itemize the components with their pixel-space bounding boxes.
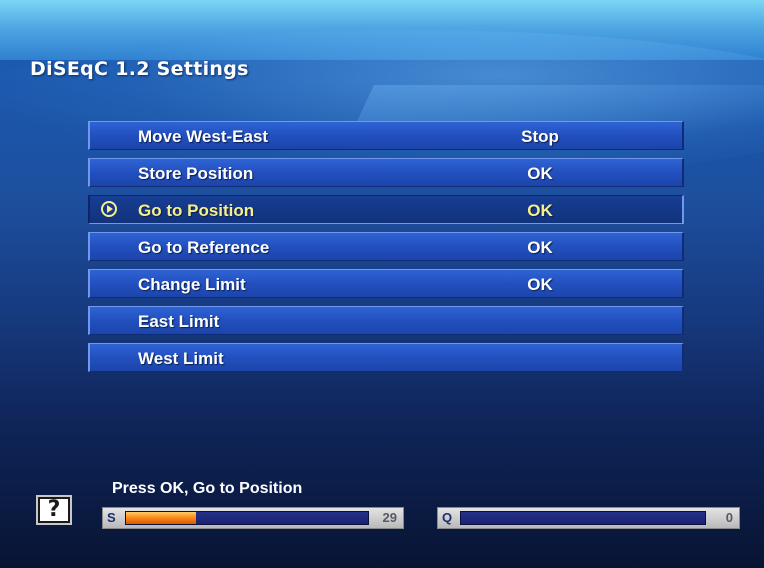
menu-item-move-west-east[interactable]: Move West-East Stop	[88, 121, 684, 150]
signal-strength-tag: S	[107, 510, 116, 525]
help-icon[interactable]: ?	[36, 495, 72, 525]
signal-quality-track	[460, 511, 706, 525]
signal-strength-track	[125, 511, 369, 525]
signal-strength-meter: S 29	[102, 507, 404, 529]
menu-item-go-to-reference[interactable]: Go to Reference OK	[88, 232, 684, 261]
hint-text: Press OK, Go to Position	[112, 480, 303, 497]
menu-item-store-position[interactable]: Store Position OK	[88, 158, 684, 187]
signal-quality-value: 0	[725, 510, 733, 525]
menu-item-label: Move West-East	[138, 127, 269, 146]
play-circle-icon	[101, 201, 117, 217]
settings-menu: Move West-East Stop Store Position OK Go…	[88, 121, 684, 380]
signal-strength-fill	[126, 512, 197, 524]
signal-quality-meter: Q 0	[437, 507, 740, 529]
signal-quality-tag: Q	[442, 510, 453, 525]
menu-item-east-limit[interactable]: East Limit	[88, 306, 684, 335]
menu-item-value: Stop	[521, 127, 559, 146]
menu-item-label: West Limit	[138, 349, 224, 368]
menu-item-label: Change Limit	[138, 275, 246, 294]
page-title: DiSEqC 1.2 Settings	[30, 58, 249, 80]
menu-item-value: OK	[527, 275, 553, 294]
menu-item-label: East Limit	[138, 312, 220, 331]
menu-item-label: Go to Position	[138, 201, 255, 220]
menu-item-value: OK	[527, 164, 553, 183]
menu-item-go-to-position[interactable]: Go to Position OK	[88, 195, 684, 224]
menu-item-value: OK	[527, 238, 553, 257]
diseqc-settings-screen: DiSEqC 1.2 Settings Move West-East Stop …	[0, 0, 764, 568]
signal-strength-value: 29	[382, 510, 397, 525]
menu-item-label: Go to Reference	[138, 238, 270, 257]
menu-item-change-limit[interactable]: Change Limit OK	[88, 269, 684, 298]
menu-item-value: OK	[527, 201, 553, 220]
menu-item-label: Store Position	[138, 164, 254, 183]
menu-item-west-limit[interactable]: West Limit	[88, 343, 684, 372]
